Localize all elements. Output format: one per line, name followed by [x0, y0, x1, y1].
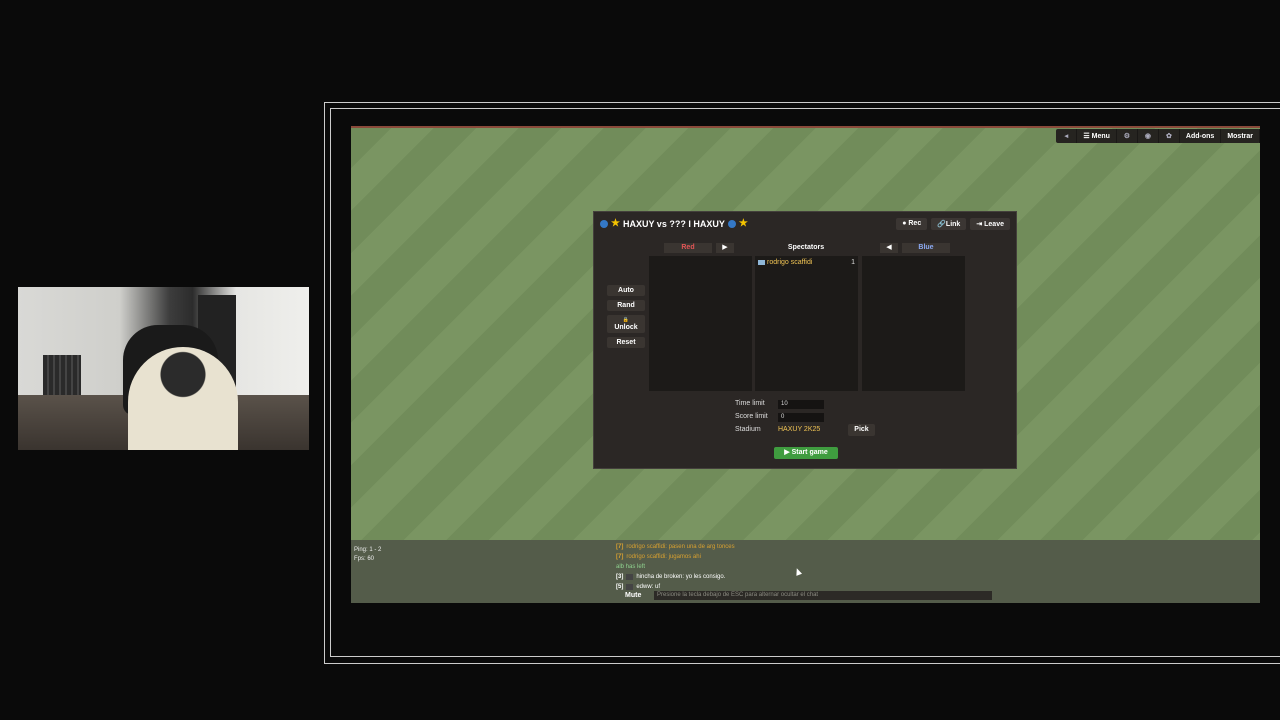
player-name: rodrigo scaffidi — [767, 259, 813, 266]
chat-player-number: [5] — [616, 584, 624, 590]
game-top-line — [351, 126, 1260, 128]
room-header: ★ HAXUY vs ??? I HAXUY ★ ● Rec 🔗Link ⇥ L… — [600, 217, 1010, 231]
spectators-list[interactable]: rodrigo scaffidi 1 — [755, 256, 858, 391]
red-team-header[interactable]: Red — [664, 243, 712, 253]
time-limit-input[interactable]: 10 — [778, 400, 824, 409]
star-icon: ★ — [738, 218, 748, 229]
link-button[interactable]: 🔗Link — [931, 218, 967, 230]
score-limit-label: Score limit — [735, 413, 768, 420]
spectator-player-row[interactable]: rodrigo scaffidi 1 — [758, 259, 855, 266]
top-toolbar: ◂ ☰ Menu ⚙ ◉ ✿ Add-ons Mostrar — [1056, 129, 1260, 143]
globe-icon — [727, 220, 736, 228]
reset-button[interactable]: Reset — [607, 337, 645, 348]
chat-message: [7] rodrigo scaffidi: pasen una de arg t… — [616, 542, 994, 552]
pick-stadium-button[interactable]: Pick — [848, 424, 875, 436]
unlock-label: Unlock — [614, 324, 638, 331]
chat-player-number: [7] — [616, 554, 624, 560]
unlock-button[interactable]: 🔒 Unlock — [607, 315, 645, 333]
chat-message: [3] hincha de broken: yo les consigo. — [616, 572, 994, 582]
move-left-button[interactable]: ◀ — [880, 243, 898, 253]
menu-button[interactable]: ☰ Menu — [1077, 129, 1117, 143]
chat-log: [7] rodrigo scaffidi: pasen una de arg t… — [616, 542, 994, 592]
spectators-header[interactable]: Spectators — [756, 243, 856, 253]
mute-button[interactable]: Mute — [625, 592, 641, 599]
show-button[interactable]: Mostrar — [1221, 129, 1260, 143]
star-icon: ★ — [611, 218, 620, 229]
webcam-overlay — [18, 287, 309, 450]
player-ping: 1 — [851, 259, 855, 266]
rec-button[interactable]: ● Rec — [896, 218, 928, 230]
flag-icon — [758, 260, 765, 265]
bottom-bar: Ping: 1 - 2 Fps: 60 [7] rodrigo scaffidi… — [351, 540, 1260, 603]
room-title: HAXUY vs ??? I HAXUY — [622, 219, 725, 229]
blue-team-list[interactable] — [862, 256, 965, 391]
stadium-value: HAXUY 2K25 — [778, 426, 821, 433]
player-tag-icon — [626, 574, 634, 580]
addons-button[interactable]: Add-ons — [1180, 129, 1222, 143]
webcam-person — [128, 347, 238, 450]
red-team-list[interactable] — [649, 256, 752, 391]
auto-button[interactable]: Auto — [607, 285, 645, 296]
move-right-button[interactable]: ▶ — [716, 243, 734, 253]
room-title-wrap: ★ HAXUY vs ??? I HAXUY ★ — [600, 219, 748, 229]
eye-icon[interactable]: ◉ — [1138, 129, 1159, 143]
chat-message: alb has left — [616, 562, 994, 572]
fps-readout: Fps: 60 — [354, 556, 375, 562]
stadium-label: Stadium — [735, 426, 761, 433]
globe-icon — [600, 220, 608, 228]
chat-input[interactable]: Presione la tecla debajo de ESC para alt… — [654, 591, 992, 600]
chat-player-number: [7] — [616, 544, 624, 550]
back-icon[interactable]: ◂ — [1056, 129, 1078, 143]
room-dialog: ★ HAXUY vs ??? I HAXUY ★ ● Rec 🔗Link ⇥ L… — [593, 211, 1017, 469]
stats-panel: Ping: 1 - 2 Fps: 60 — [354, 546, 381, 564]
palette-icon[interactable]: ✿ — [1159, 129, 1180, 143]
score-limit-input[interactable]: 0 — [778, 413, 824, 422]
ping-readout: Ping: 1 - 2 — [354, 547, 382, 553]
rand-button[interactable]: Rand — [607, 300, 645, 311]
chat-text: alb has left — [616, 564, 646, 570]
chat-text: rodrigo scaffidi: pasen una de arg tonce… — [626, 544, 735, 550]
start-game-button[interactable]: ▶ Start game — [774, 447, 838, 459]
room-actions: ● Rec 🔗Link ⇥ Leave — [896, 218, 1010, 230]
chat-text: hincha de broken: yo les consigo. — [636, 574, 726, 580]
time-limit-label: Time limit — [735, 400, 765, 407]
blue-team-header[interactable]: Blue — [902, 243, 950, 253]
chat-player-number: [3] — [616, 574, 624, 580]
chat-message: [7] rodrigo scaffidi: jugamos ahi — [616, 552, 994, 562]
game-viewport: ◂ ☰ Menu ⚙ ◉ ✿ Add-ons Mostrar ★ HAXUY v… — [351, 126, 1260, 603]
player-tag-icon — [626, 584, 634, 590]
lock-icon: 🔒 — [622, 317, 630, 323]
settings-icon[interactable]: ⚙ — [1117, 129, 1138, 143]
chat-text: rodrigo scaffidi: jugamos ahi — [626, 554, 701, 560]
leave-button[interactable]: ⇥ Leave — [970, 218, 1010, 230]
